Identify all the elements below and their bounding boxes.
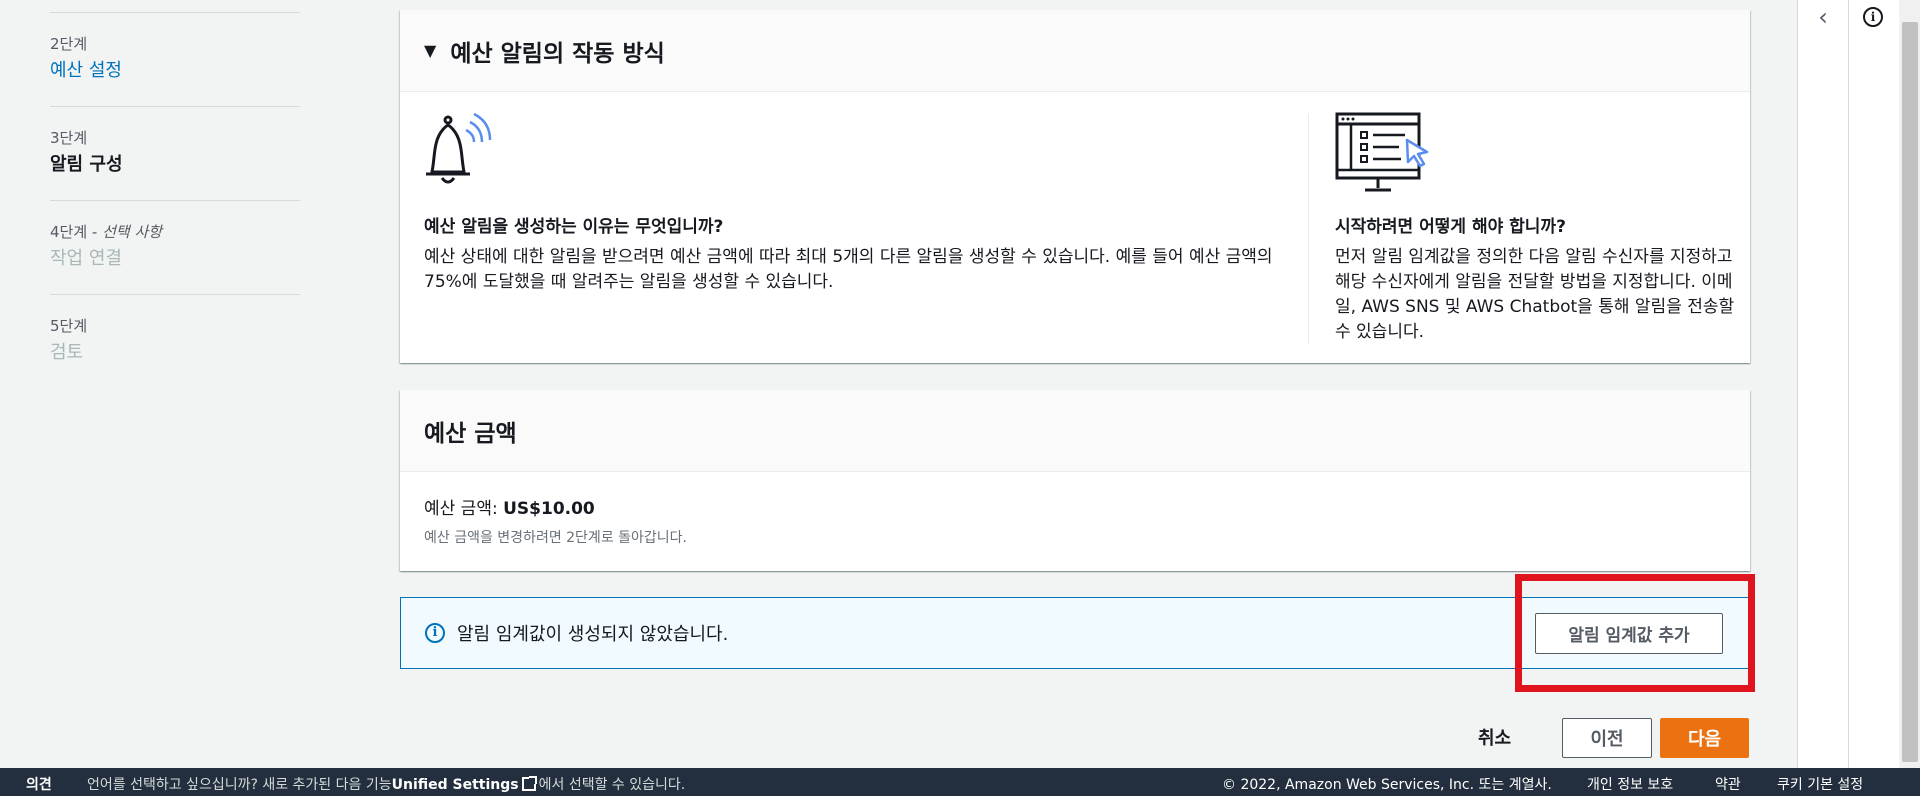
why-create-alerts-body: 예산 상태에 대한 알림을 받으려면 예산 금액에 따라 최대 5개의 다른 알… (424, 247, 1273, 292)
step-4: 4단계 - 선택 사항 작업 연결 (50, 188, 300, 282)
step-number: 3단계 (50, 129, 88, 147)
next-button[interactable]: 다음 (1660, 718, 1749, 758)
step-number-text: 4단계 - (50, 223, 103, 241)
step-title-attach-actions: 작업 연결 (50, 248, 122, 269)
step-number: 2단계 (50, 35, 88, 53)
previous-button[interactable]: 이전 (1562, 718, 1652, 758)
step-5: 5단계 검토 (50, 282, 300, 376)
info-panel-toggle[interactable]: i (1860, 4, 1886, 30)
step-3: 3단계 알림 구성 (50, 94, 300, 188)
privacy-link[interactable]: 개인 정보 보호 (1587, 774, 1673, 794)
step-title-configure-alerts: 알림 구성 (50, 154, 123, 175)
scrollbar-thumb[interactable] (1902, 22, 1918, 762)
unified-settings-link[interactable]: Unified Settings (392, 777, 519, 793)
how-alerts-work-panel: ▼ 예산 알림의 작동 방식 예산 알림을 생성하는 이유는 무엇입니까? 예산… (400, 10, 1750, 363)
step-optional-label: 선택 사항 (102, 223, 163, 241)
language-notice: 언어를 선택하고 싶으십니까? 새로 추가된 다음 기능Unified Sett… (87, 774, 685, 794)
how-alerts-work-title: 예산 알림의 작동 방식 (450, 40, 665, 67)
step-2[interactable]: 2단계 예산 설정 (50, 0, 300, 94)
monitor-list-icon (1335, 112, 1735, 212)
chevron-left-icon[interactable]: ‹ (1810, 3, 1836, 31)
how-alerts-work-body: 예산 알림을 생성하는 이유는 무엇입니까? 예산 상태에 대한 알림을 받으려… (400, 92, 1750, 362)
cookie-preferences-link[interactable]: 쿠키 기본 설정 (1777, 774, 1863, 794)
how-to-start-body: 먼저 알림 임계값을 정의한 다음 알림 수신자를 지정하고 해당 수신자에게 … (1335, 247, 1735, 342)
budget-amount-header: 예산 금액 (400, 390, 1750, 472)
step-divider (50, 12, 300, 13)
help-panel-divider (1848, 0, 1849, 768)
external-link-icon (521, 776, 537, 791)
help-panel: ‹ i (1797, 0, 1899, 768)
why-create-alerts-title: 예산 알림을 생성하는 이유는 무엇입니까? (424, 217, 724, 237)
step-title-budget-settings[interactable]: 예산 설정 (50, 56, 122, 82)
budget-amount-hint: 예산 금액을 변경하려면 2단계로 돌아갑니다. (424, 530, 687, 546)
how-to-start-title: 시작하려면 어떻게 해야 합니까? (1335, 217, 1566, 237)
column-divider (1308, 114, 1309, 344)
budget-amount-body: 예산 금액: US$10.00 예산 금액을 변경하려면 2단계로 돌아갑니다. (400, 472, 1750, 569)
caret-down-icon[interactable]: ▼ (424, 41, 436, 60)
info-circle-icon: i (1863, 7, 1883, 27)
step-number: 4단계 - 선택 사항 (50, 221, 162, 242)
feedback-link[interactable]: 의견 (26, 774, 52, 794)
step-divider (50, 106, 300, 107)
step-title-review: 검토 (50, 342, 84, 363)
copyright-text: © 2022, Amazon Web Services, Inc. 또는 계열사… (1222, 777, 1552, 793)
info-icon: i (425, 623, 445, 643)
step-number: 5단계 (50, 317, 88, 335)
budget-amount-line: 예산 금액: US$10.00 (424, 494, 1726, 519)
step-divider (50, 200, 300, 201)
cancel-button[interactable]: 취소 (1478, 724, 1511, 750)
budget-amount-title: 예산 금액 (424, 420, 517, 447)
how-to-get-started: 시작하려면 어떻게 해야 합니까? 먼저 알림 임계값을 정의한 다음 알림 수… (1335, 112, 1735, 345)
console-footer: 의견 언어를 선택하고 싶으십니까? 새로 추가된 다음 기능Unified S… (0, 768, 1920, 796)
why-create-alerts: 예산 알림을 생성하는 이유는 무엇입니까? 예산 상태에 대한 알림을 받으려… (424, 112, 1284, 295)
highlight-annotation (1515, 574, 1755, 692)
how-alerts-work-header[interactable]: ▼ 예산 알림의 작동 방식 (400, 10, 1750, 92)
budget-amount-label: 예산 금액: (424, 499, 504, 519)
no-threshold-message: 알림 임계값이 생성되지 않았습니다. (457, 624, 729, 645)
terms-link[interactable]: 약관 (1715, 774, 1741, 794)
budget-amount-panel: 예산 금액 예산 금액: US$10.00 예산 금액을 변경하려면 2단계로 … (400, 390, 1750, 571)
wizard-steps: 2단계 예산 설정 3단계 알림 구성 4단계 - 선택 사항 작업 연결 5단… (50, 0, 300, 376)
language-notice-post: 에서 선택할 수 있습니다. (538, 777, 686, 793)
step-divider (50, 294, 300, 295)
budget-amount-value: US$10.00 (503, 499, 595, 519)
bell-icon (424, 112, 1284, 212)
language-notice-pre: 언어를 선택하고 싶으십니까? 새로 추가된 다음 기능 (87, 777, 392, 793)
